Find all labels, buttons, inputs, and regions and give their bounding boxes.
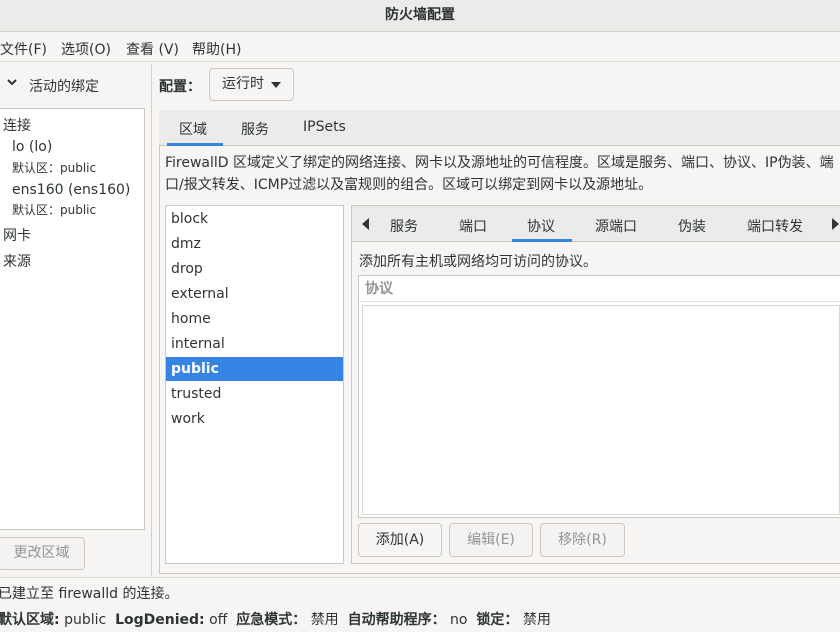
tab-ipsets[interactable]: IPSets [303,119,346,135]
zone-description: FirewallD 区域定义了绑定的网络连接、网卡以及源地址的可信程度。区域是服… [165,155,834,193]
lockdown-value: 禁用 [522,612,551,628]
zone-settings-tabbar: 服务 端口 协议 源端口 伪装 端口转发 [352,206,840,242]
zone-item-internal[interactable]: internal [166,332,343,356]
tab-zone-masquerade[interactable]: 伪装 [678,216,706,236]
change-zone-button[interactable]: 更改区域 [0,537,85,570]
tab-zone-port-forward[interactable]: 端口转发 [747,216,803,236]
default-zone-label: 默认区域: [0,612,60,628]
menu-options[interactable]: 选项(O) [61,39,111,59]
sources-heading: 来源 [3,254,31,270]
tab-zone-source-ports[interactable]: 源端口 [595,216,637,236]
active-tab-indicator [167,143,223,146]
zone-item-work[interactable]: work [166,407,343,431]
panic-mode-value: 禁用 [310,612,339,628]
connection-lo-zone: 默认区：public [12,161,97,175]
menu-view[interactable]: 查看 (V) [126,39,179,59]
zone-item-dmz[interactable]: dmz [166,232,343,256]
panic-mode-label: 应急模式： [236,612,307,628]
nics-heading: 网卡 [3,228,31,244]
bindings-list[interactable]: 连接 lo (lo) 默认区：public ens160 (ens160) 默认… [0,108,145,530]
menubar: 文件(F) 选项(O) 查看 (V) 帮助(H) [0,33,840,62]
tab-zone-services[interactable]: 服务 [390,216,418,236]
default-zone-value: public [64,612,107,628]
connection-ens160-zone: 默认区：public [12,203,97,217]
log-denied-label: LogDenied: [115,612,205,628]
menu-help[interactable]: 帮助(H) [192,39,241,59]
window-title: 防火墙配置 [0,0,840,32]
add-protocol-button[interactable]: 添加(A) [358,523,442,557]
tab-zone-ports[interactable]: 端口 [459,216,487,236]
tab-zone-protocols[interactable]: 协议 [527,216,555,236]
protocols-column-header[interactable]: 协议 [359,276,840,302]
menu-file[interactable]: 文件(F) [0,39,47,59]
connection-status: 已建立至 firewalld 的连接。 [0,586,179,602]
zone-item-trusted[interactable]: trusted [166,382,343,406]
config-dropdown[interactable]: 运行时 [209,68,294,101]
chevron-down-icon [6,76,18,91]
connection-lo-name[interactable]: lo (lo) [12,139,52,155]
zone-item-drop[interactable]: drop [166,257,343,281]
active-bindings-header[interactable]: 活动的绑定 [0,64,150,108]
scroll-left-icon[interactable] [362,218,369,230]
main-tabbar: 区域 服务 IPSets [159,110,840,146]
active-bindings-title: 活动的绑定 [29,79,99,95]
panel-divider[interactable] [151,64,152,576]
edit-protocol-button[interactable]: 编辑(E) [449,523,533,557]
auto-helper-label: 自动帮助程序： [347,612,446,628]
tab-services[interactable]: 服务 [241,119,269,139]
protocols-description: 添加所有主机或网络均可访问的协议。 [359,254,597,270]
config-dropdown-value: 运行时 [222,76,264,92]
auto-helper-value: no [450,612,468,628]
log-denied-value: off [209,612,228,628]
zone-item-home[interactable]: home [166,307,343,331]
dropdown-arrow-icon [271,82,281,88]
zone-item-block[interactable]: block [166,207,343,231]
zone-status-line: 默认区域: public LogDenied: off 应急模式： 禁用 自动帮… [0,609,551,629]
remove-protocol-button[interactable]: 移除(R) [540,523,625,557]
zone-item-external[interactable]: external [166,282,343,306]
scroll-right-icon[interactable] [832,218,839,230]
connections-heading: 连接 [3,118,31,134]
protocols-table[interactable]: 协议 [358,275,840,518]
config-label: 配置： [159,79,201,95]
zone-item-public[interactable]: public [166,357,343,381]
lockdown-label: 锁定： [476,612,519,628]
connection-ens160-name[interactable]: ens160 (ens160) [12,182,130,198]
tab-zones[interactable]: 区域 [179,119,207,139]
active-inner-tab-indicator [512,239,572,242]
zones-list[interactable]: block dmz drop external home internal pu… [165,205,344,564]
protocols-list-area[interactable] [362,305,840,515]
